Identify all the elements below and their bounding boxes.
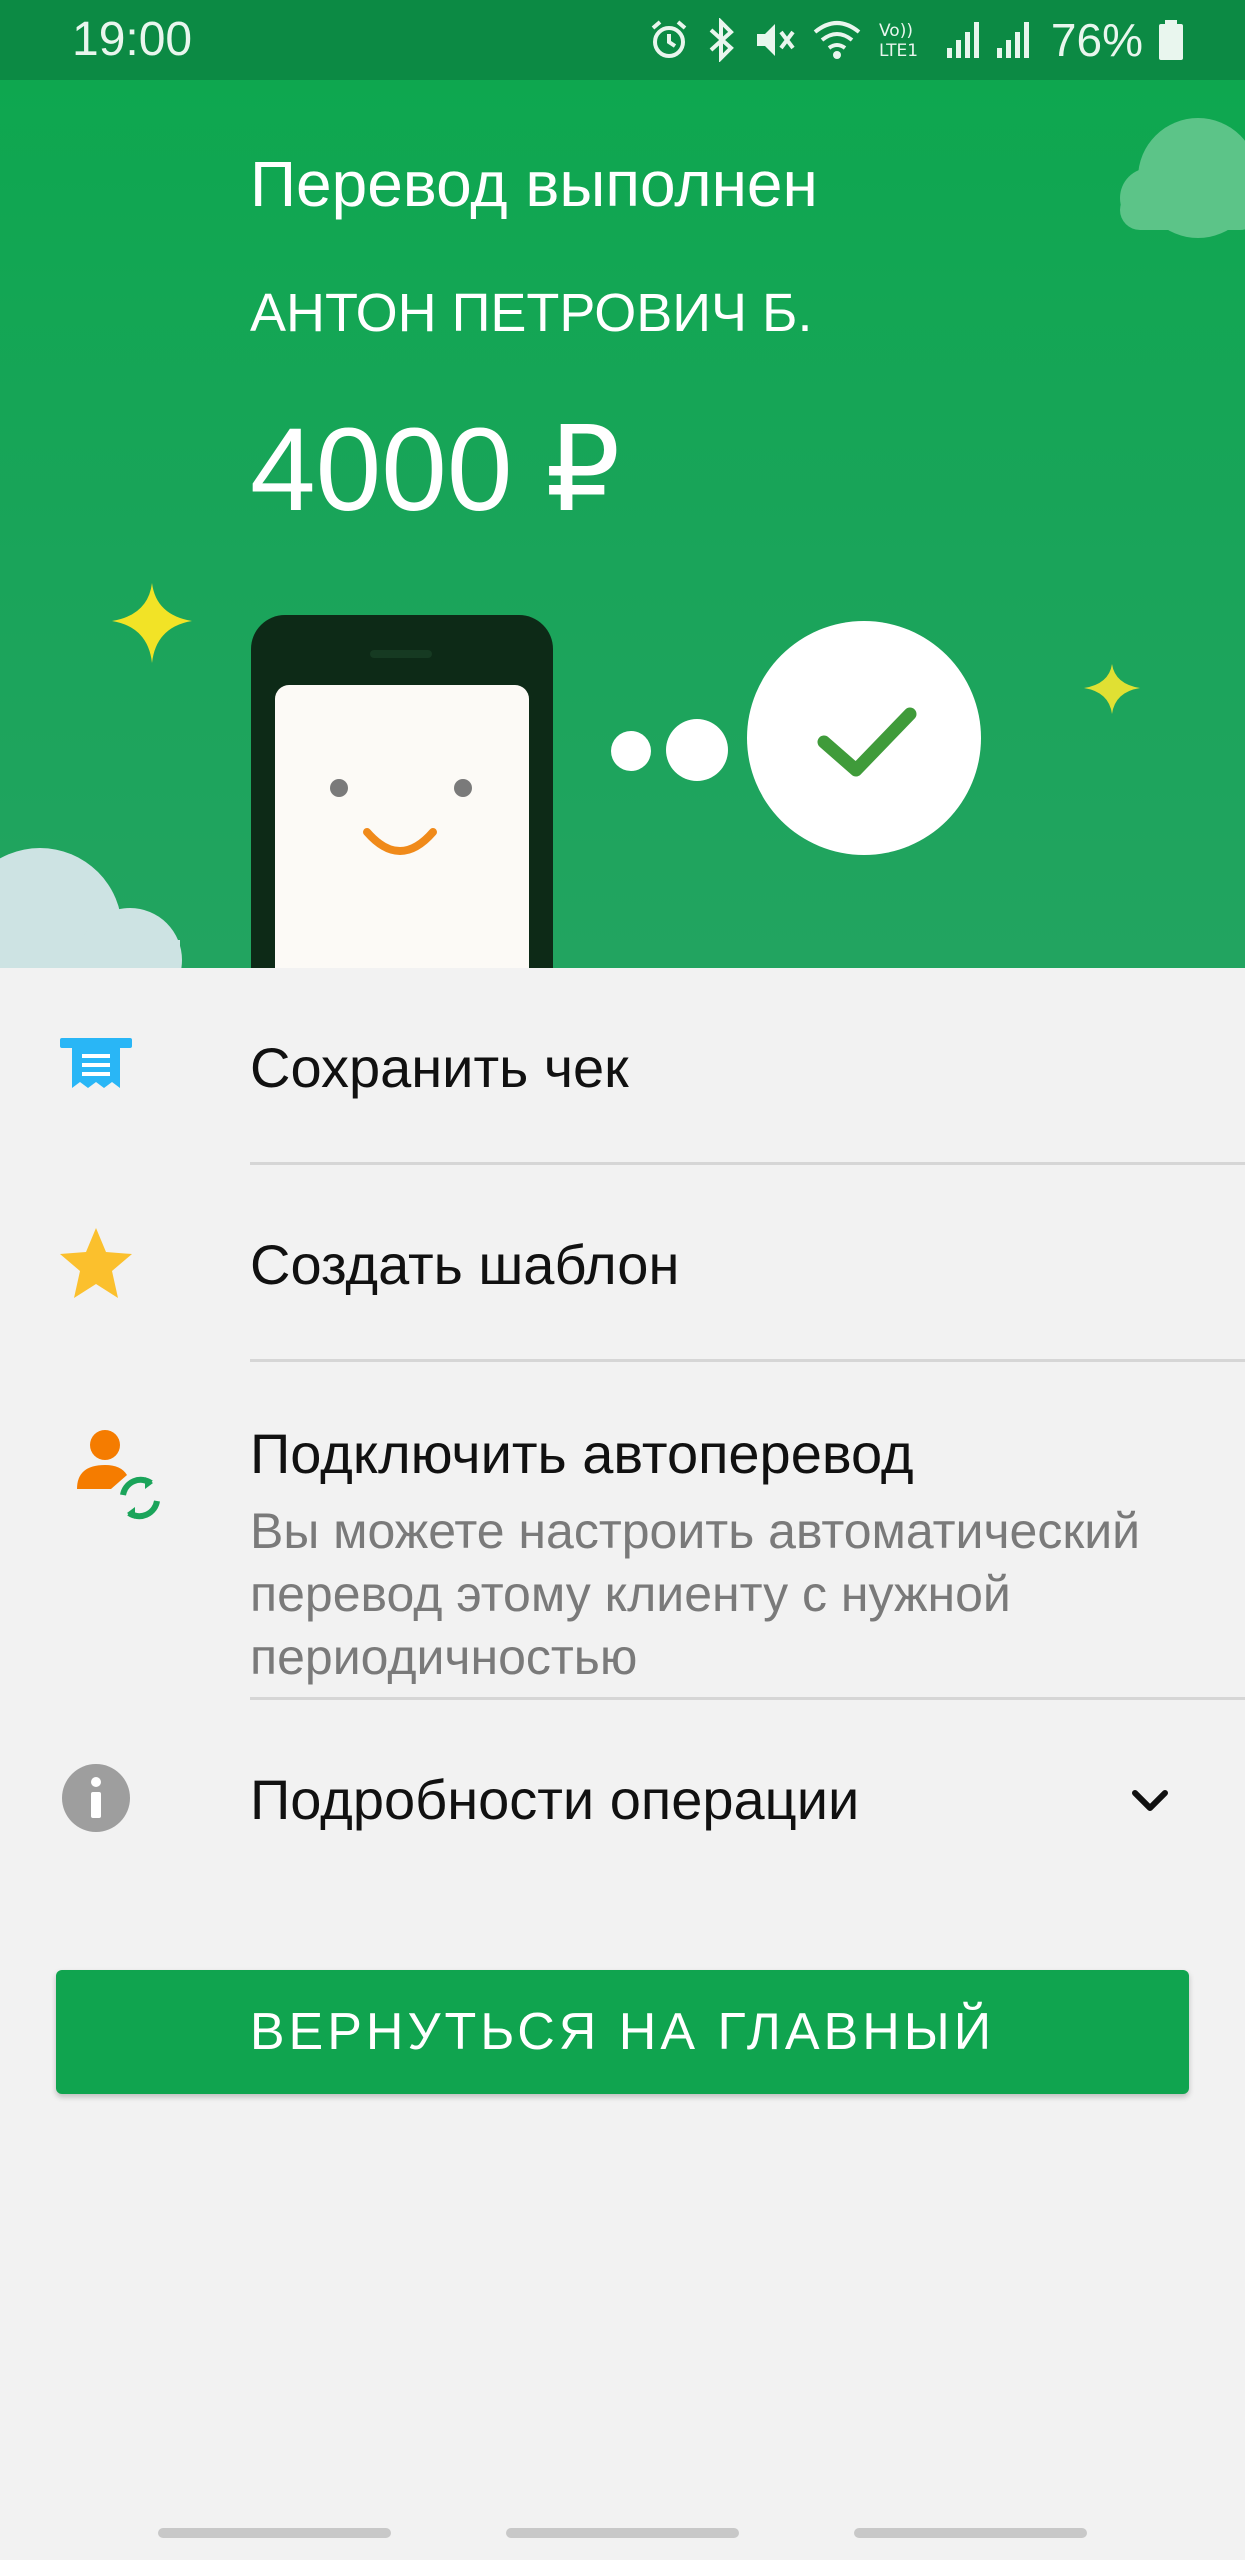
page-title: Перевод выполнен xyxy=(250,148,818,220)
svg-text:Vo)): Vo)) xyxy=(879,21,913,41)
info-icon xyxy=(56,1758,136,1838)
create-template-item[interactable]: Создать шаблон xyxy=(0,1165,1245,1362)
sparkle-icon xyxy=(1084,664,1140,714)
alarm-icon xyxy=(651,20,687,58)
status-bar: 19:00 Vo)) LTE1 76% xyxy=(0,0,1245,80)
volte-lte-icon: Vo)) LTE1 xyxy=(879,21,918,61)
signal-icon xyxy=(946,22,979,58)
nav-home-button[interactable] xyxy=(506,2528,739,2538)
action-list: Сохранить чек Создать шаблон Подключить … xyxy=(0,968,1245,1900)
success-hero: Перевод выполнен АНТОН ПЕТРОВИЧ Б. 4000 … xyxy=(0,80,1245,968)
cloud-icon xyxy=(1120,118,1245,238)
status-time: 19:00 xyxy=(72,13,193,66)
save-receipt-label: Сохранить чек xyxy=(250,1036,629,1099)
status-icons: Vo)) LTE1 76% xyxy=(647,12,1185,68)
recipient-name: АНТОН ПЕТРОВИЧ Б. xyxy=(250,283,813,343)
create-template-label: Создать шаблон xyxy=(250,1233,680,1296)
save-receipt-item[interactable]: Сохранить чек xyxy=(0,968,1245,1165)
return-home-button[interactable]: ВЕРНУТЬСЯ НА ГЛАВНЫЙ xyxy=(56,1970,1189,2094)
vibrate-off-icon xyxy=(756,24,795,56)
operation-details-label: Подробности операции xyxy=(250,1768,860,1831)
wifi-icon xyxy=(813,21,861,59)
star-icon xyxy=(56,1223,136,1303)
cloud-icon xyxy=(0,848,182,968)
autopay-person-icon xyxy=(60,1422,170,1532)
system-nav-bar xyxy=(0,2500,1245,2560)
transfer-amount: 4000 ₽ xyxy=(250,404,621,536)
battery-icon xyxy=(1159,20,1183,60)
autopay-item[interactable]: Подключить автоперевод Вы можете настрои… xyxy=(0,1362,1245,1700)
bluetooth-icon xyxy=(709,18,734,62)
phone-illustration xyxy=(251,615,553,968)
autopay-label: Подключить автоперевод xyxy=(250,1422,914,1485)
receipt-icon xyxy=(56,1026,136,1106)
battery-percent: 76% xyxy=(1050,14,1143,66)
signal-icon xyxy=(996,22,1029,58)
autopay-description: Вы можете настроить автоматический перев… xyxy=(250,1503,1141,1685)
svg-text:LTE1: LTE1 xyxy=(879,41,918,61)
chevron-down-icon[interactable] xyxy=(1125,1776,1175,1826)
nav-back-button[interactable] xyxy=(854,2528,1087,2538)
operation-details-item[interactable]: Подробности операции xyxy=(0,1700,1245,1900)
success-check-icon xyxy=(747,621,981,855)
nav-recents-button[interactable] xyxy=(158,2528,391,2538)
sparkle-icon xyxy=(112,583,192,663)
